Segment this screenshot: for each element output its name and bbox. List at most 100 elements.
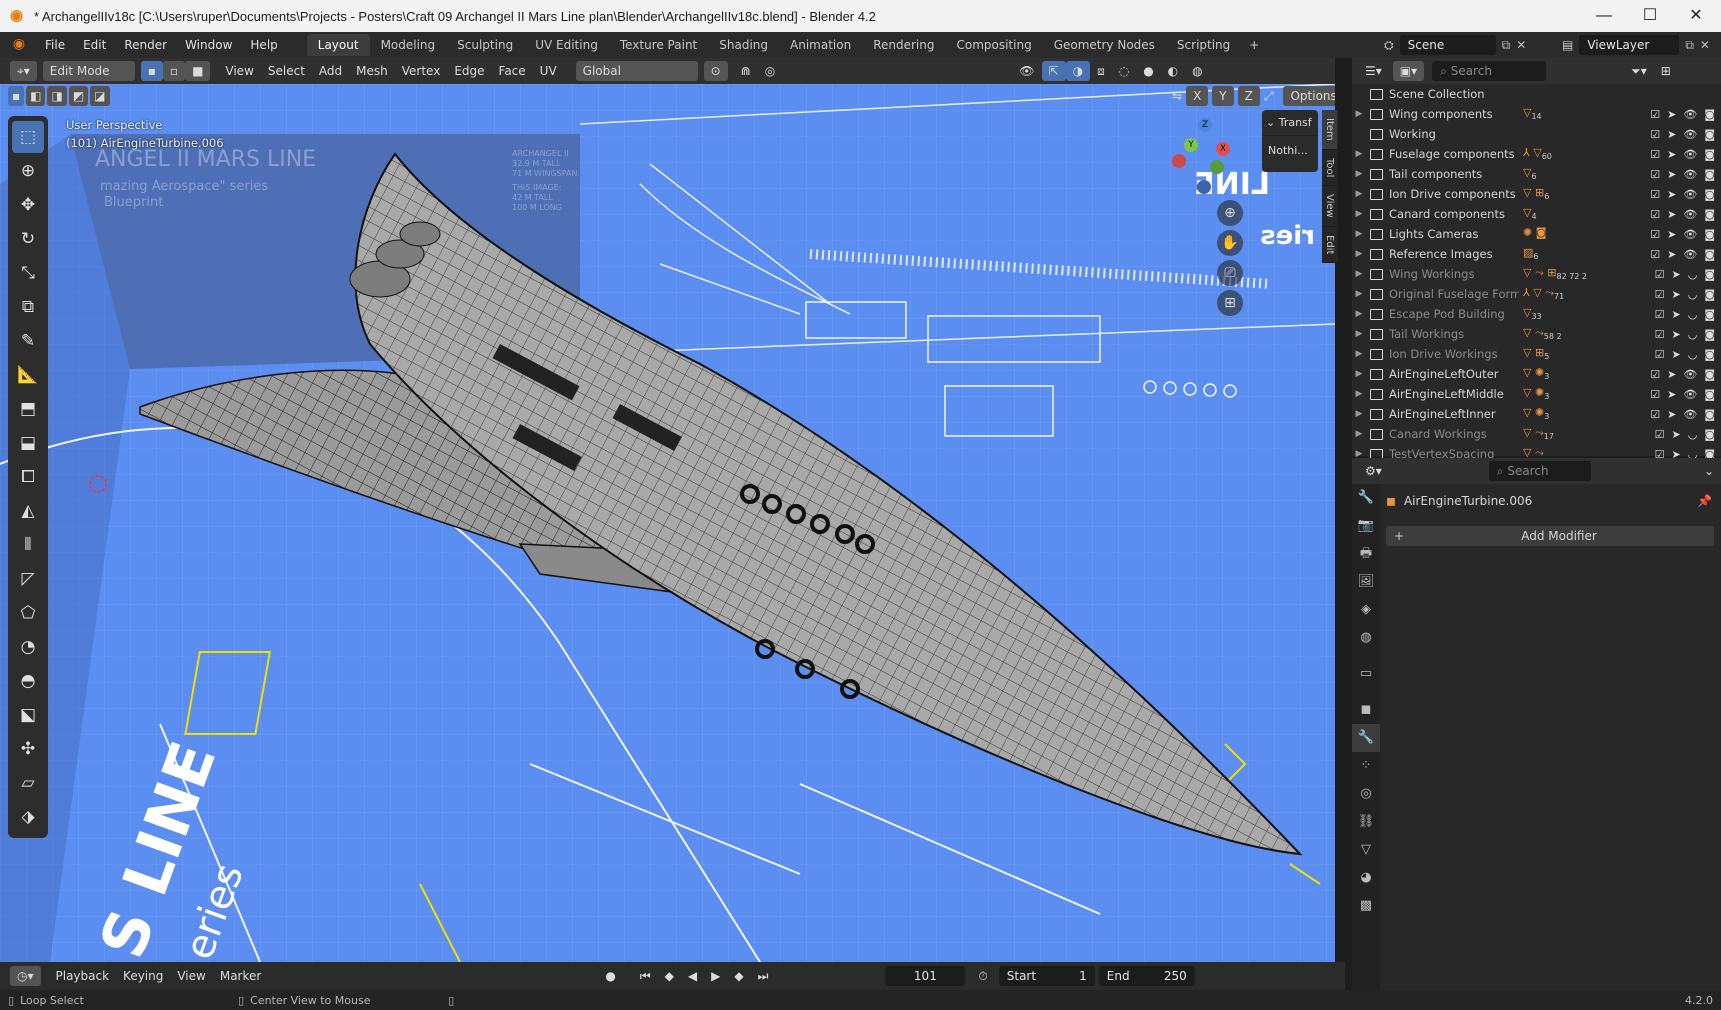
world-tab-icon[interactable]: ◍	[1352, 624, 1380, 652]
overlay-icon[interactable]: ◑	[1065, 61, 1091, 81]
selectable-arrow-icon[interactable]: ➤	[1667, 188, 1676, 201]
gizmo-z-axis[interactable]: Z	[1198, 118, 1212, 132]
exclude-checkbox-icon[interactable]: ☑	[1650, 148, 1660, 161]
eye-icon[interactable]: 👁	[1683, 188, 1697, 201]
camera-view-icon[interactable]: ⎚	[1217, 260, 1243, 286]
sidebar-tab-tool[interactable]: Tool	[1322, 150, 1337, 187]
smooth-tool-icon[interactable]: ◓	[12, 665, 44, 697]
display-mode-icon[interactable]: ▣▾	[1392, 61, 1425, 81]
camera-icon[interactable]: ◙	[1704, 248, 1715, 261]
camera-icon[interactable]: ◙	[1704, 348, 1715, 361]
object-tab-icon[interactable]: ◼	[1352, 696, 1380, 724]
chevron-down-icon[interactable]: ⌄	[1697, 461, 1721, 481]
pin-icon[interactable]: 📌	[1697, 494, 1712, 508]
outliner-row[interactable]: ▶ Lights Cameras ✺ ◙ ☑ ➤ 👁 ◙	[1352, 224, 1721, 244]
tab-geometry-nodes[interactable]: Geometry Nodes	[1043, 34, 1166, 56]
scene-tab-icon[interactable]: ◈	[1352, 596, 1380, 624]
eye-icon[interactable]: 👁	[1683, 248, 1697, 261]
texture-tab-icon[interactable]: ▩	[1352, 892, 1380, 920]
navigation-gizmo[interactable]: X Y Z	[1160, 114, 1240, 194]
selectable-arrow-icon[interactable]: ➤	[1667, 148, 1676, 161]
start-frame-field[interactable]: Start 1	[998, 966, 1095, 986]
mirror-y-button[interactable]: Y	[1212, 86, 1234, 106]
exclude-checkbox-icon[interactable]: ☑	[1655, 288, 1665, 301]
selectable-arrow-icon[interactable]: ➤	[1671, 328, 1680, 341]
tab-shading[interactable]: Shading	[708, 34, 779, 56]
eye-icon[interactable]: ◡	[1688, 308, 1698, 321]
outliner-row[interactable]: ▶ Tail Workings ▽ ⤳58 2 ☑ ➤ ◡ ◙	[1352, 324, 1721, 344]
menu-window[interactable]: Window	[176, 38, 241, 52]
exclude-checkbox-icon[interactable]: ☑	[1650, 168, 1660, 181]
zoom-icon[interactable]: ⊕	[1217, 200, 1243, 226]
exclude-checkbox-icon[interactable]: ☑	[1655, 348, 1665, 361]
spin-tool-icon[interactable]: ◔	[12, 631, 44, 663]
outliner-search-input[interactable]: ⌕ Search	[1432, 61, 1547, 81]
camera-icon[interactable]: ◙	[1704, 308, 1715, 321]
output-tab-icon[interactable]: 🖶	[1352, 540, 1380, 568]
selectable-arrow-icon[interactable]: ➤	[1667, 128, 1676, 141]
select-intersect-icon[interactable]: ◪	[90, 86, 110, 106]
tab-sculpting[interactable]: Sculpting	[446, 34, 524, 56]
selectable-arrow-icon[interactable]: ➤	[1667, 228, 1676, 241]
header-menu-view[interactable]: View	[218, 61, 260, 81]
expand-arrow-icon[interactable]: ▶	[1352, 169, 1366, 179]
outliner-row[interactable]: ▶ Tail components ▽6 ☑ ➤ 👁 ◙	[1352, 164, 1721, 184]
timeline-menu-view[interactable]: View	[170, 966, 212, 986]
editor-type-icon[interactable]: ⌖▾	[10, 61, 37, 81]
tab-uv-editing[interactable]: UV Editing	[524, 34, 609, 56]
eye-icon[interactable]: ◡	[1688, 268, 1698, 281]
menu-edit[interactable]: Edit	[74, 38, 115, 52]
play-reverse-icon[interactable]: ◀	[681, 966, 704, 986]
mirror-x-button[interactable]: X	[1186, 86, 1209, 106]
scene-collection-row[interactable]: Scene Collection	[1352, 84, 1721, 104]
eye-icon[interactable]: 👁	[1683, 368, 1697, 381]
expand-arrow-icon[interactable]: ▶	[1352, 249, 1366, 259]
stopwatch-icon[interactable]: ⏱	[971, 966, 994, 986]
selectable-arrow-icon[interactable]: ➤	[1671, 348, 1680, 361]
scale-tool-icon[interactable]: ⤡	[12, 257, 44, 289]
expand-arrow-icon[interactable]: ▶	[1352, 429, 1366, 439]
selectable-arrow-icon[interactable]: ➤	[1671, 308, 1680, 321]
delete-viewlayer-icon[interactable]: ✕	[1700, 38, 1710, 52]
expand-arrow-icon[interactable]: ▶	[1352, 389, 1366, 399]
outliner-row[interactable]: ▶ Original Fuselage Forms ⅄ ▽ ⤳71 ☑ ➤ ◡ ◙	[1352, 284, 1721, 304]
exclude-checkbox-icon[interactable]: ☑	[1650, 388, 1660, 401]
gizmo-neg-z[interactable]	[1197, 180, 1211, 194]
exclude-checkbox-icon[interactable]: ☑	[1650, 208, 1660, 221]
expand-arrow-icon[interactable]: ▶	[1352, 369, 1366, 379]
xray-icon[interactable]: ⧈	[1090, 61, 1112, 81]
cursor-tool-icon[interactable]: ⊕	[12, 155, 44, 187]
new-collection-icon[interactable]: ⊞	[1654, 61, 1678, 81]
blender-menu-icon[interactable]: ◉	[10, 36, 28, 54]
selectable-arrow-icon[interactable]: ➤	[1667, 248, 1676, 261]
tab-layout[interactable]: Layout	[306, 34, 370, 56]
camera-icon[interactable]: ◙	[1704, 128, 1715, 141]
selectable-arrow-icon[interactable]: ➤	[1667, 168, 1676, 181]
selectable-arrow-icon[interactable]: ➤	[1671, 428, 1680, 441]
new-scene-icon[interactable]: ⧉	[1502, 38, 1511, 53]
eye-icon[interactable]: 👁	[1683, 128, 1697, 141]
knife-tool-icon[interactable]: ◸	[12, 563, 44, 595]
eye-icon[interactable]: 👁	[1683, 228, 1697, 241]
properties-editor-icon[interactable]: ⚙▾	[1358, 461, 1389, 481]
minimize-button[interactable]: —	[1581, 0, 1627, 32]
proportional-edit-icon[interactable]: ◎	[758, 61, 782, 81]
header-menu-vertex[interactable]: Vertex	[395, 61, 448, 81]
selectable-arrow-icon[interactable]: ➤	[1671, 288, 1680, 301]
menu-render[interactable]: Render	[115, 38, 176, 52]
eye-icon[interactable]: ◡	[1688, 328, 1698, 341]
rip-tool-icon[interactable]: ⬗	[12, 801, 44, 833]
selectable-arrow-icon[interactable]: ➤	[1667, 408, 1676, 421]
expand-arrow-icon[interactable]: ▶	[1352, 209, 1366, 219]
edge-slide-tool-icon[interactable]: ⬕	[12, 699, 44, 731]
header-menu-add[interactable]: Add	[312, 61, 349, 81]
outliner-row[interactable]: ▶ Wing Workings ▽ ⤳ ⊞82 72 2 ☑ ➤ ◡ ◙	[1352, 264, 1721, 284]
outliner-row[interactable]: ▶ Reference Images ▨6 ☑ ➤ 👁 ◙	[1352, 244, 1721, 264]
exclude-checkbox-icon[interactable]: ☑	[1655, 428, 1665, 441]
annotate-tool-icon[interactable]: ✎	[12, 325, 44, 357]
outliner-row[interactable]: ▶ Fuselage components ⅄ ▽60 ☑ ➤ 👁 ◙	[1352, 144, 1721, 164]
camera-icon[interactable]: ◙	[1704, 268, 1715, 281]
loop-cut-tool-icon[interactable]: ⫴	[12, 529, 44, 561]
new-viewlayer-icon[interactable]: ⧉	[1685, 38, 1694, 53]
timeline-editor-icon[interactable]: ◷▾	[10, 966, 41, 986]
